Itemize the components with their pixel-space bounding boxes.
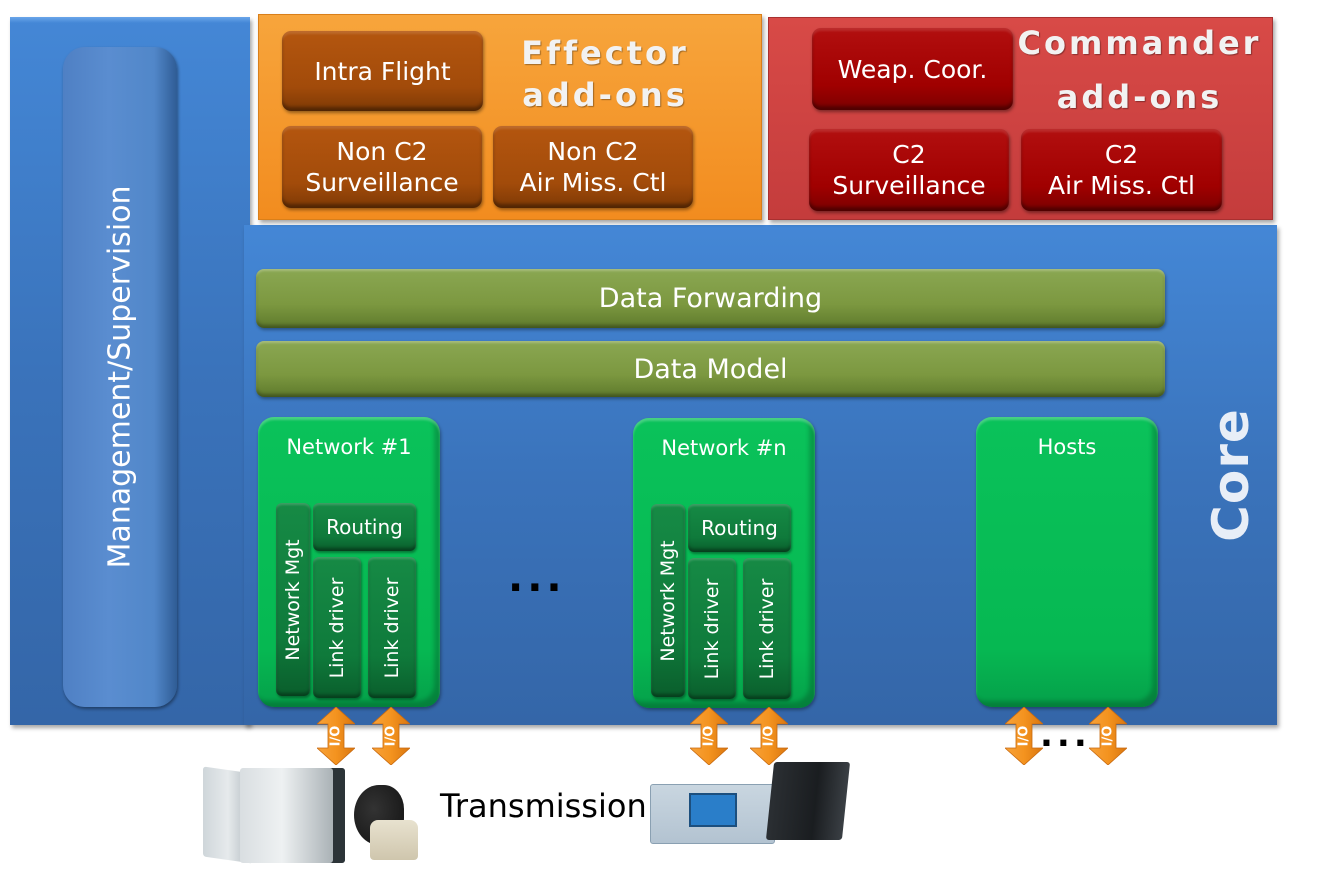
- antenna-base-image: [370, 820, 418, 860]
- link-driver-block[interactable]: Link driver: [688, 558, 736, 699]
- io-arrow-icon: I/O: [750, 707, 788, 765]
- management-supervision-block[interactable]: Management/Supervision: [63, 47, 177, 707]
- radio-unit-image: [240, 768, 345, 863]
- io-arrow-icon: I/O: [1005, 707, 1043, 765]
- io-arrow-icon: I/O: [1089, 707, 1127, 765]
- management-supervision-label: Management/Supervision: [102, 185, 138, 569]
- data-model-layer[interactable]: Data Model: [256, 341, 1165, 397]
- io-arrow-icon: I/O: [372, 707, 410, 765]
- core-label: Core: [1202, 408, 1260, 542]
- svg-text:I/O: I/O: [1017, 726, 1032, 747]
- transmission-label: Transmission: [440, 787, 647, 825]
- transceiver-rack-image: [650, 784, 775, 844]
- module-c2-surveillance[interactable]: C2 Surveillance: [809, 129, 1009, 211]
- svg-text:I/O: I/O: [384, 726, 399, 747]
- module-c2-air-miss-ctl[interactable]: C2 Air Miss. Ctl: [1021, 129, 1222, 211]
- module-label-line1: Non C2: [336, 137, 428, 166]
- svg-text:I/O: I/O: [762, 726, 777, 747]
- commander-addons-title: Commander add-ons: [1012, 22, 1267, 118]
- network-mgt-label: Network Mgt: [282, 538, 304, 661]
- io-ellipsis: ...: [1040, 715, 1091, 755]
- module-label-line2: Air Miss. Ctl: [1048, 171, 1195, 200]
- network-mgt-label: Network Mgt: [657, 539, 679, 662]
- module-label-line1: C2: [1104, 140, 1139, 169]
- svg-text:I/O: I/O: [702, 726, 717, 747]
- link-driver-label: Link driver: [326, 577, 348, 678]
- routing-block[interactable]: Routing: [313, 503, 416, 551]
- module-non-c2-air-miss-ctl[interactable]: Non C2 Air Miss. Ctl: [493, 126, 693, 208]
- network-mgt-block[interactable]: Network Mgt: [651, 504, 685, 697]
- routing-label: Routing: [326, 515, 403, 539]
- core-label-box: Core: [1196, 400, 1266, 550]
- link-driver-label: Link driver: [756, 578, 778, 679]
- network-title: Network #1: [286, 435, 412, 459]
- link-driver-block[interactable]: Link driver: [368, 557, 416, 698]
- module-intra-flight[interactable]: Intra Flight: [282, 31, 483, 111]
- module-label-line2: Surveillance: [832, 171, 986, 200]
- svg-text:I/O: I/O: [1101, 726, 1116, 747]
- io-arrow-icon: I/O: [317, 707, 355, 765]
- module-label-line2: Air Miss. Ctl: [519, 168, 667, 197]
- io-arrow-icon: I/O: [690, 707, 728, 765]
- module-label-line1: C2: [892, 140, 926, 169]
- module-label-line1: Non C2: [547, 137, 639, 166]
- transceiver-screen: [689, 793, 737, 827]
- networks-ellipsis: ...: [508, 555, 566, 601]
- link-driver-label: Link driver: [701, 578, 723, 679]
- effector-title-line2: add-ons: [522, 76, 688, 114]
- module-label: Weap. Coor.: [837, 54, 988, 84]
- hosts-module[interactable]: Hosts: [976, 417, 1158, 707]
- routing-block[interactable]: Routing: [688, 504, 791, 552]
- commander-title-line2: add-ons: [1056, 78, 1223, 116]
- module-label-line2: Surveillance: [305, 168, 459, 197]
- hosts-title: Hosts: [1037, 435, 1097, 459]
- routing-label: Routing: [701, 516, 778, 540]
- effector-title-line1: Effector: [521, 34, 689, 72]
- data-forwarding-label: Data Forwarding: [598, 283, 823, 314]
- effector-addons-title: Effector add-ons: [505, 32, 705, 116]
- link-driver-label: Link driver: [381, 577, 403, 678]
- svg-text:I/O: I/O: [329, 726, 344, 747]
- transceiver-unit-image: [765, 762, 851, 840]
- module-weap-coor[interactable]: Weap. Coor.: [812, 28, 1013, 110]
- module-non-c2-surveillance[interactable]: Non C2 Surveillance: [282, 126, 482, 208]
- network-mgt-block[interactable]: Network Mgt: [276, 503, 310, 696]
- network-title: Network #n: [661, 436, 787, 460]
- link-driver-block[interactable]: Link driver: [313, 557, 361, 698]
- commander-title-line1: Commander: [1017, 24, 1262, 62]
- data-forwarding-layer[interactable]: Data Forwarding: [256, 269, 1165, 328]
- data-model-label: Data Model: [633, 353, 788, 385]
- module-label: Intra Flight: [314, 56, 451, 86]
- link-driver-block[interactable]: Link driver: [743, 558, 791, 699]
